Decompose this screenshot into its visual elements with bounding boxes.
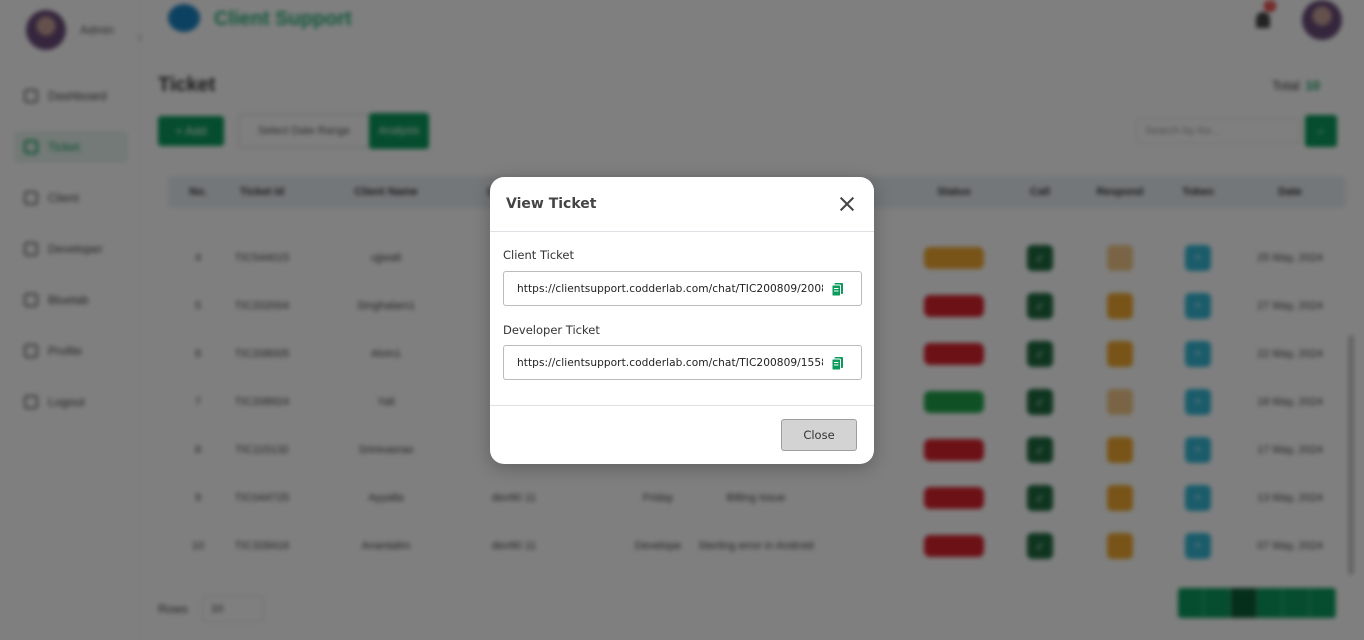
view-ticket-modal: View Ticket Client Ticket https://client… (490, 177, 874, 464)
developer-ticket-label: Developer Ticket (503, 323, 600, 337)
client-ticket-url-field[interactable]: https://clientsupport.codderlab.com/chat… (503, 271, 862, 306)
developer-ticket-url-field[interactable]: https://clientsupport.codderlab.com/chat… (503, 345, 862, 380)
copy-icon[interactable] (831, 282, 844, 297)
client-ticket-label: Client Ticket (503, 248, 574, 262)
close-icon[interactable] (839, 196, 855, 212)
close-button[interactable]: Close (781, 419, 857, 451)
copy-icon[interactable] (831, 356, 844, 371)
developer-ticket-url: https://clientsupport.codderlab.com/chat… (517, 356, 823, 369)
client-ticket-url: https://clientsupport.codderlab.com/chat… (517, 282, 823, 295)
modal-footer: Close (490, 405, 874, 464)
modal-title: View Ticket (506, 196, 597, 212)
modal-header: View Ticket (490, 177, 874, 232)
